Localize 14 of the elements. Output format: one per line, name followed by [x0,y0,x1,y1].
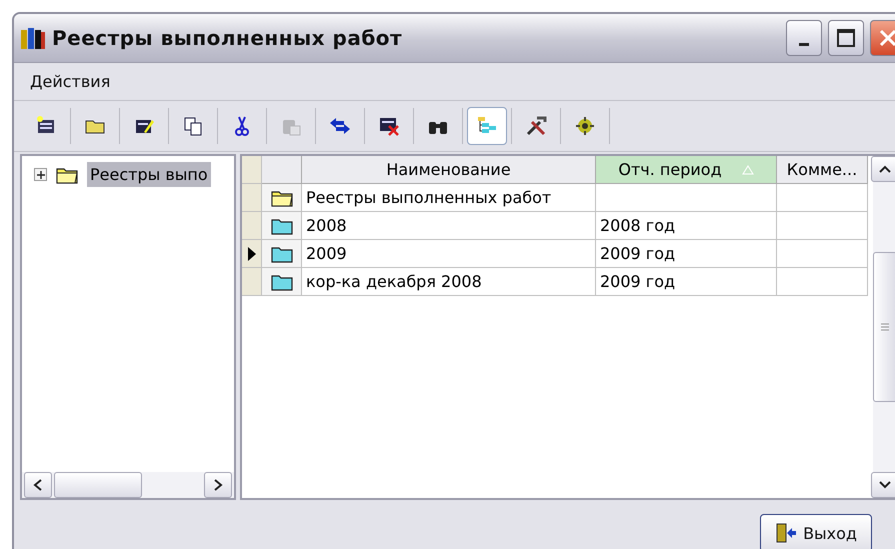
table-cell: 2009 [302,240,596,268]
menu-item[interactable]: Действия [30,72,110,91]
table-cell: 2009 год [596,268,777,296]
column-header[interactable]: Наименование [302,156,596,184]
column-header[interactable]: Комме... [777,156,868,184]
exit-button[interactable]: Выход [760,514,872,549]
table-cell: кор-ка декабря 2008 [302,268,596,296]
table-cell: 2008 год [596,212,777,240]
table-cell: 2008 [302,212,596,240]
table-cell: Реестры выполненных работ [302,184,596,212]
window-title: Реестры выполненных работ [52,26,404,50]
column-header[interactable]: Отч. период [596,156,777,184]
table-cell: 2009 год [596,240,777,268]
tree-item[interactable]: Реестры выпо [87,162,211,187]
